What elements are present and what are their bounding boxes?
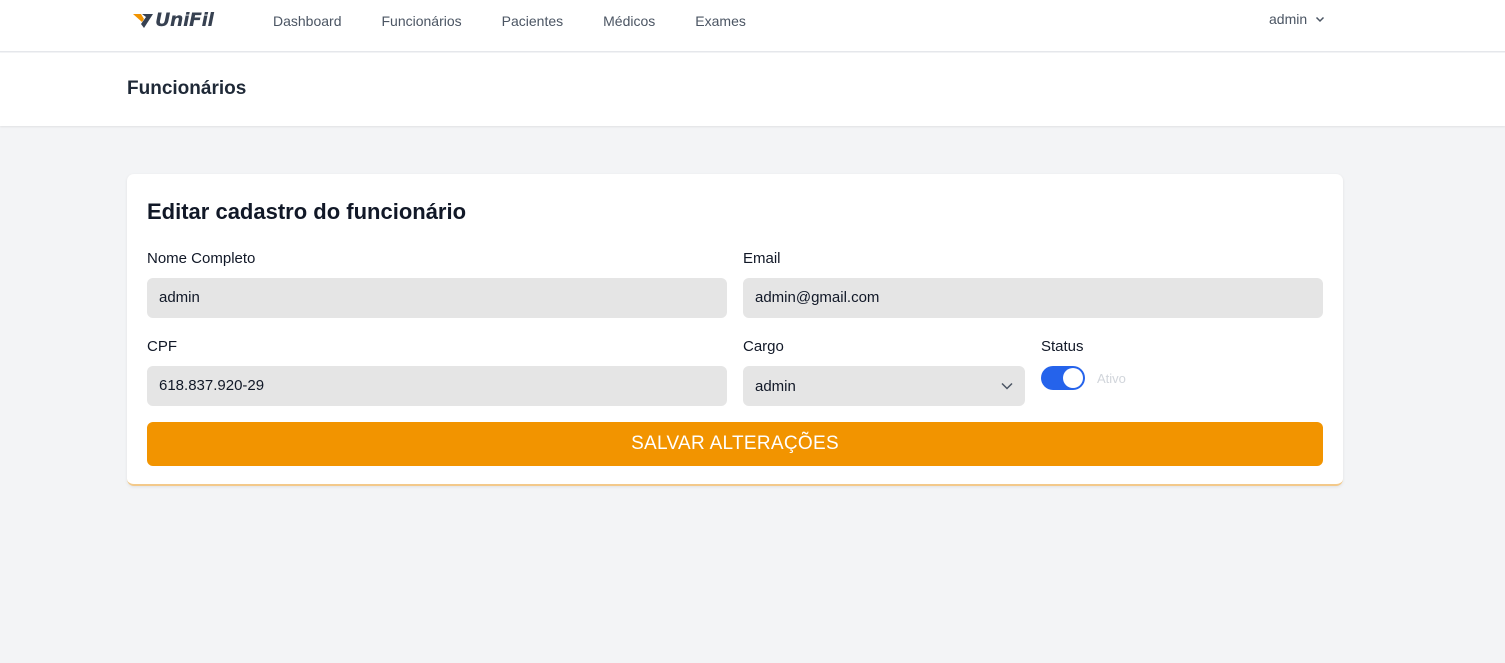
- save-changes-button[interactable]: SALVAR ALTERAÇÕES: [147, 422, 1323, 466]
- edit-employee-card: Editar cadastro do funcionário Nome Comp…: [127, 174, 1343, 486]
- toggle-knob: [1063, 368, 1083, 388]
- cpf-label: CPF: [147, 338, 177, 355]
- brand-name: UniFil: [155, 9, 214, 31]
- nav-item-pacientes[interactable]: Pacientes: [482, 0, 583, 42]
- brand-logo[interactable]: UniFil: [133, 9, 214, 31]
- top-navbar: UniFil Dashboard Funcionários Pacientes …: [0, 0, 1505, 52]
- nome-input[interactable]: [147, 278, 727, 318]
- cargo-label: Cargo: [743, 338, 784, 355]
- nome-label: Nome Completo: [147, 250, 256, 267]
- page-header: Funcionários: [0, 53, 1505, 126]
- status-label: Status: [1041, 338, 1084, 355]
- main-nav: Dashboard Funcionários Pacientes Médicos…: [253, 0, 766, 42]
- nav-item-exames[interactable]: Exames: [675, 0, 766, 42]
- email-label: Email: [743, 250, 781, 267]
- user-menu[interactable]: admin: [1269, 11, 1325, 27]
- cpf-input[interactable]: [147, 366, 727, 406]
- nav-item-medicos[interactable]: Médicos: [583, 0, 675, 42]
- user-name: admin: [1269, 11, 1308, 27]
- chevron-down-icon: [1001, 382, 1013, 390]
- cargo-select[interactable]: admin: [743, 366, 1025, 406]
- nav-item-dashboard[interactable]: Dashboard: [253, 0, 362, 42]
- chevron-down-icon: [1316, 16, 1325, 23]
- email-input[interactable]: [743, 278, 1323, 318]
- nav-item-funcionarios[interactable]: Funcionários: [362, 0, 482, 42]
- status-state-text: Ativo: [1097, 371, 1126, 386]
- status-toggle[interactable]: [1041, 366, 1085, 390]
- form-title: Editar cadastro do funcionário: [147, 199, 467, 224]
- cargo-selected-value: admin: [755, 377, 796, 395]
- page-title: Funcionários: [127, 78, 247, 99]
- unifil-logo-icon: [133, 14, 153, 28]
